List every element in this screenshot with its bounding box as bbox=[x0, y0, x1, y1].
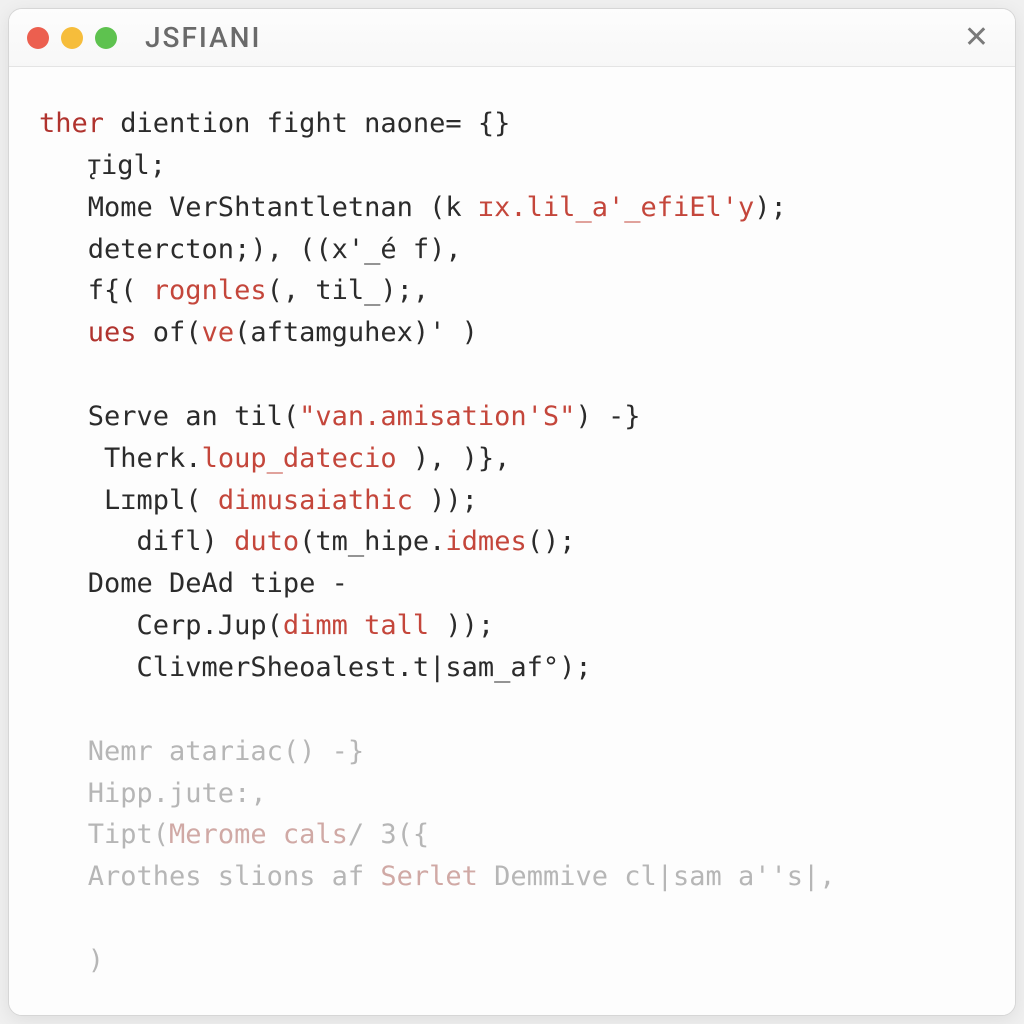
code-token: "van.amisation'S" bbox=[299, 401, 575, 432]
code-token: Cerp.Jup( bbox=[39, 610, 283, 641]
code-token: ɪx.lil_a'_efiEl'y bbox=[478, 192, 754, 223]
minimize-traffic-light[interactable] bbox=[61, 27, 83, 49]
code-token: f{( bbox=[39, 275, 153, 306]
code-token: Lɪmpl( bbox=[39, 485, 218, 516]
code-token: difl) bbox=[39, 526, 234, 557]
code-token: )); bbox=[429, 610, 494, 641]
code-line: ClivmerSheoalest.t|sam_af°); bbox=[39, 652, 592, 683]
code-token: Arothes slions af bbox=[39, 861, 380, 892]
code-token: Demmive cl|sam a''s|, bbox=[478, 861, 836, 892]
code-token: )); bbox=[413, 485, 478, 516]
code-line: ꚑigl; bbox=[39, 150, 166, 181]
code-line: Dome DeAd tipe - bbox=[39, 568, 348, 599]
code-token: Serlet bbox=[380, 861, 478, 892]
code-token: (, til_);, bbox=[267, 275, 430, 306]
code-token: (aftamguhex)' ) bbox=[234, 317, 478, 348]
code-token: duto bbox=[234, 526, 299, 557]
code-token: (); bbox=[527, 526, 576, 557]
code-token: / 3({ bbox=[348, 819, 429, 850]
code-token: Tipt( bbox=[39, 819, 169, 850]
code-line: ) bbox=[39, 945, 104, 976]
code-editor[interactable]: ther diention fight naone= {} ꚑigl; Mome… bbox=[9, 67, 1015, 1015]
zoom-traffic-light[interactable] bbox=[95, 27, 117, 49]
code-line: Hipp.jute:, bbox=[39, 778, 267, 809]
code-token: ther bbox=[39, 108, 104, 139]
close-traffic-light[interactable] bbox=[27, 27, 49, 49]
code-token: Therk. bbox=[39, 443, 202, 474]
code-token: dimusaiathic bbox=[218, 485, 413, 516]
titlebar[interactable]: JSFIANI ✕ bbox=[9, 9, 1015, 67]
code-token: ); bbox=[754, 192, 787, 223]
code-token: Mome VerShtantletnan (k bbox=[39, 192, 478, 223]
close-icon[interactable]: ✕ bbox=[956, 19, 997, 57]
code-token: ve bbox=[202, 317, 235, 348]
code-token: Serve an til( bbox=[39, 401, 299, 432]
code-token: of( bbox=[137, 317, 202, 348]
code-token: diention fight naone bbox=[104, 108, 445, 139]
code-token: ues bbox=[39, 317, 137, 348]
code-token: (tm_hipe. bbox=[299, 526, 445, 557]
code-token: ), )}, bbox=[397, 443, 511, 474]
code-token: loup_datecio bbox=[202, 443, 397, 474]
code-token: dimm tall bbox=[283, 610, 429, 641]
code-token: rognles bbox=[153, 275, 267, 306]
code-line: Nemr atariac() -} bbox=[39, 736, 364, 767]
editor-window: JSFIANI ✕ ther diention fight naone= {} … bbox=[8, 8, 1016, 1016]
traffic-lights bbox=[27, 27, 117, 49]
window-title: JSFIANI bbox=[145, 21, 261, 54]
code-token: = {} bbox=[445, 108, 510, 139]
code-token: Merome cals bbox=[169, 819, 348, 850]
code-line: detercton;), ((x'_é f), bbox=[39, 234, 462, 265]
code-token: ) -} bbox=[575, 401, 640, 432]
code-token: idmes bbox=[445, 526, 526, 557]
